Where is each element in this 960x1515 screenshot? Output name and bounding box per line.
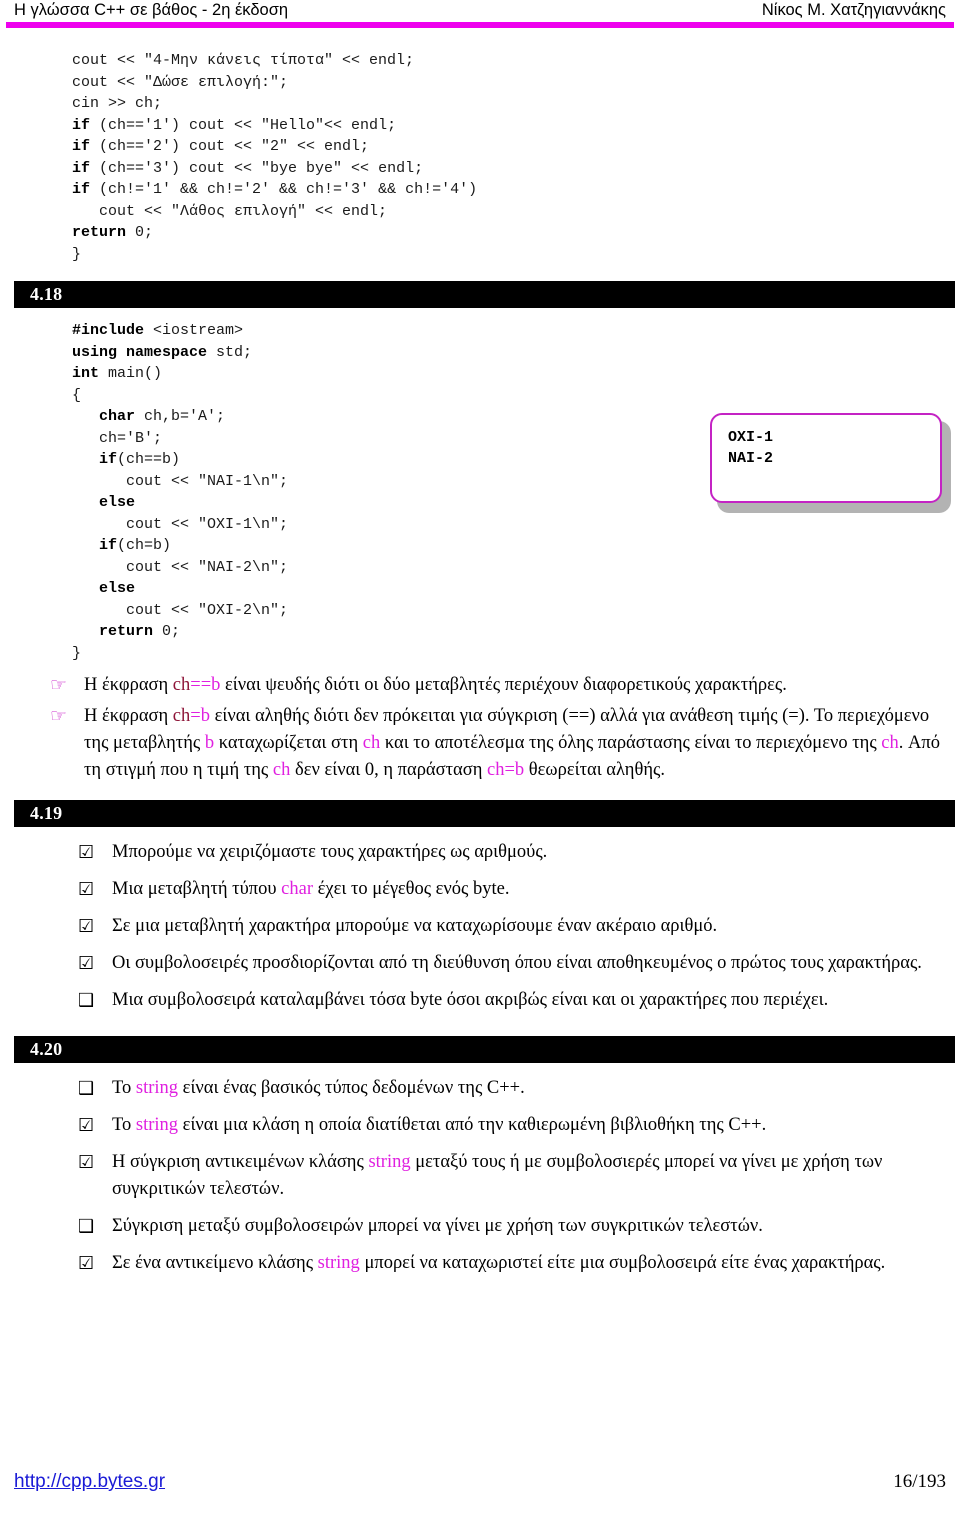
list-item: ☑ Η σύγκριση αντικειμένων κλάσης string μ… <box>78 1149 954 1203</box>
unchecked-box-icon: ❑ <box>78 1078 95 1099</box>
output-line: NAI-2 <box>728 450 774 467</box>
list-item-text: Σύγκριση μεταξύ συμβολοσειρών μπορεί να … <box>112 1216 763 1236</box>
code-keyword: if <box>72 159 91 177</box>
inline-code-token: ch <box>881 733 899 753</box>
section-bar-4-19: 4.19 <box>14 800 955 827</box>
list-item: ☑ Σε μια μεταβλητή χαρακτήρα μπορούμε να … <box>78 913 954 940</box>
output-line: OXI-1 <box>728 429 774 446</box>
pointing-hand-icon: ☞ <box>50 705 68 727</box>
code-keyword: using namespace <box>72 343 208 361</box>
code-keyword: char <box>99 408 136 425</box>
list-item-text: Η έκφραση ch=b είναι αληθής διότι δεν πρ… <box>84 706 940 780</box>
checked-box-icon: ☑ <box>78 1253 95 1274</box>
program-output-callout: OXI-1 NAI-2 <box>710 413 951 513</box>
notes-list-4-20: ❑ Το string είναι ένας βασικός τύπος δεδο… <box>0 1075 960 1277</box>
code-keyword: if <box>72 138 91 155</box>
list-item: ❑ Σύγκριση μεταξύ συμβολοσειρών μπορεί να… <box>78 1213 954 1240</box>
inline-code-token: ch=b <box>487 760 525 780</box>
inline-code-token: = <box>190 706 201 726</box>
code-keyword: else <box>99 580 136 597</box>
list-item-text: Το string είναι μια κλάση η οποία διατίθ… <box>112 1115 767 1135</box>
code-keyword: if <box>99 451 118 468</box>
inline-code-token: == <box>190 675 212 695</box>
section-bar-4-18: 4.18 <box>14 281 955 308</box>
list-item-text: Μπορούμε να χειριζόμαστε τους χαρακτήρες… <box>112 842 548 862</box>
checked-box-icon: ☑ <box>78 916 95 937</box>
code-keyword: return <box>99 623 154 640</box>
code-keyword: if <box>99 537 118 554</box>
inline-code-token: string <box>368 1152 411 1172</box>
header-book-title: Η γλώσσα C++ σε βάθος - 2η έκδοση <box>14 1 289 19</box>
code-keyword: return <box>72 224 127 241</box>
footer-url-link[interactable]: http://cpp.bytes.gr <box>14 1471 165 1493</box>
inline-code-token: ch <box>272 760 291 780</box>
list-item: ☑ Σε ένα αντικείμενο κλάσης string μπορεί… <box>78 1250 954 1277</box>
inline-code-token: char <box>281 879 313 899</box>
inline-code-token: ch <box>362 733 381 753</box>
checked-box-icon: ☑ <box>78 1115 95 1136</box>
list-item: ☞ Η έκφραση ch=b είναι αληθής διότι δεν π… <box>50 703 954 784</box>
code-block-continuation: cout << "4-Μην κάνεις τίποτα" << endl; c… <box>72 52 478 263</box>
list-item: ❑ Το string είναι ένας βασικός τύπος δεδο… <box>78 1075 954 1102</box>
code-closing-brace: } <box>72 245 82 263</box>
pointing-hand-icon: ☞ <box>50 674 68 696</box>
list-item: ☑ Μια μεταβλητή τύπου char έχει το μέγεθο… <box>78 876 954 903</box>
list-item-text: Η έκφραση ch==b είναι ψευδής διότι οι δύ… <box>84 675 787 695</box>
unchecked-box-icon: ❑ <box>78 1216 95 1237</box>
section-bar-4-20: 4.20 <box>14 1036 955 1063</box>
inline-code-token: b <box>211 675 221 695</box>
unchecked-box-icon: ❑ <box>78 990 95 1011</box>
checked-box-icon: ☑ <box>78 1152 95 1173</box>
callout-body: OXI-1 NAI-2 <box>710 413 942 503</box>
code-keyword: else <box>99 494 136 511</box>
page-footer: http://cpp.bytes.gr 16/193 <box>0 1471 960 1493</box>
section-number: 4.20 <box>30 1039 63 1059</box>
list-item-text: Το string είναι ένας βασικός τύπος δεδομ… <box>112 1078 525 1098</box>
list-item-text: Μια συμβολοσειρά καταλαμβάνει τόσα byte … <box>112 990 829 1010</box>
list-item-text: Η σύγκριση αντικειμένων κλάσης string με… <box>112 1152 883 1199</box>
inline-code-token: b <box>200 706 210 726</box>
list-item-text: Οι συμβολοσειρές προσδιορίζονται από τη … <box>112 953 922 973</box>
header-author: Νίκος Μ. Χατζηγιαννάκης <box>761 1 946 19</box>
list-item: ☑ Μπορούμε να χειριζόμαστε τους χαρακτήρε… <box>78 839 954 866</box>
checked-box-icon: ☑ <box>78 953 95 974</box>
inline-code-token: string <box>135 1078 179 1098</box>
code-keyword: if <box>72 116 91 134</box>
checked-box-icon: ☑ <box>78 879 95 900</box>
list-item: ☑ Οι συμβολοσειρές προσδιορίζονται από τη… <box>78 950 954 977</box>
inline-code-token: b <box>204 733 215 753</box>
footer-page-number: 16/193 <box>893 1471 946 1492</box>
inline-code-token: string <box>135 1115 179 1135</box>
list-item-text: Σε ένα αντικείμενο κλάσης string μπορεί … <box>112 1253 886 1273</box>
notes-list-4-18: ☞ Η έκφραση ch==b είναι ψευδής διότι οι δ… <box>0 672 960 784</box>
list-item: ☞ Η έκφραση ch==b είναι ψευδής διότι οι δ… <box>50 672 954 699</box>
list-item: ☑ Το string είναι μια κλάση η οποία διατί… <box>78 1112 954 1139</box>
list-item-text: Μια μεταβλητή τύπου char έχει το μέγεθος… <box>112 879 510 899</box>
list-item: ❑ Μια συμβολοσειρά καταλαμβάνει τόσα byte… <box>78 987 954 1014</box>
notes-list-4-19: ☑ Μπορούμε να χειριζόμαστε τους χαρακτήρε… <box>0 839 960 1014</box>
section-number: 4.19 <box>30 803 63 823</box>
code-keyword: if <box>72 181 91 198</box>
code-keyword: #include <box>72 322 145 339</box>
section-number: 4.18 <box>30 284 63 304</box>
inline-code-token: ch <box>172 706 191 726</box>
page-content: cout << "4-Μην κάνεις τίποτα" << endl; c… <box>0 50 960 1287</box>
inline-code-token: ch <box>172 675 191 695</box>
header-rule-divider <box>6 22 954 28</box>
code-keyword: int <box>72 365 100 382</box>
checked-box-icon: ☑ <box>78 842 95 863</box>
inline-code-token: string <box>317 1253 360 1273</box>
list-item-text: Σε μια μεταβλητή χαρακτήρα μπορούμε να κ… <box>112 916 718 936</box>
